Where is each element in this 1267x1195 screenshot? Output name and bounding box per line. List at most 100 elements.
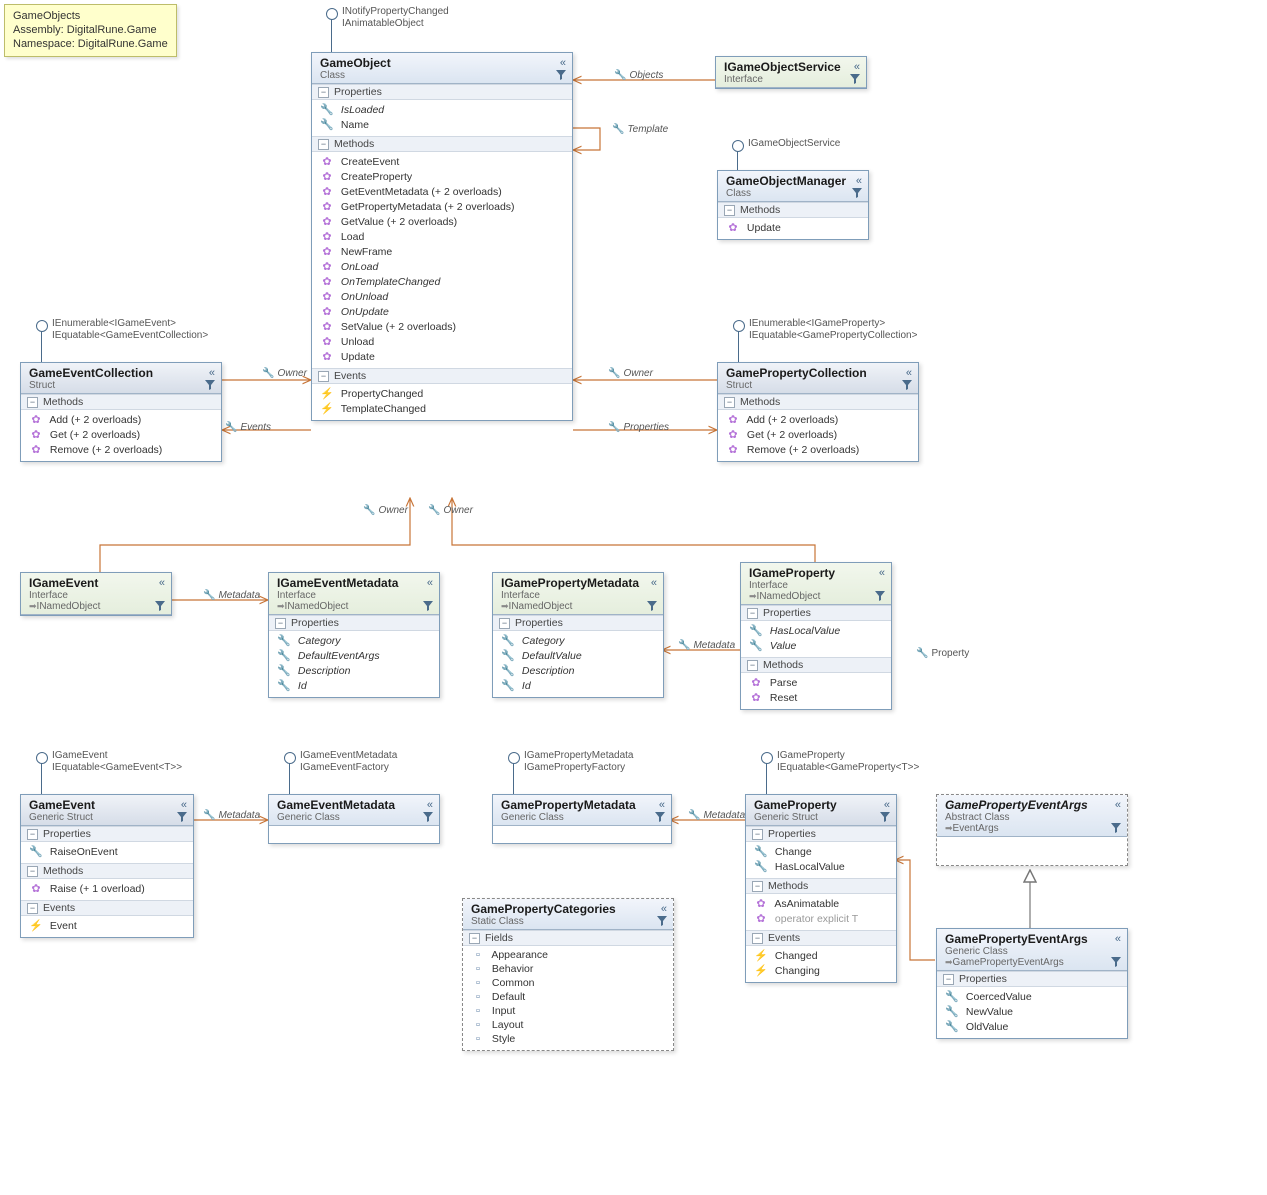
- member-item[interactable]: ✿ AsAnimatable: [750, 896, 892, 911]
- member-item[interactable]: ✿ OnLoad: [316, 259, 568, 274]
- member-item[interactable]: 🔧 Id: [497, 678, 659, 693]
- member-item[interactable]: 🔧 Change: [750, 844, 892, 859]
- member-item[interactable]: 🔧 Category: [497, 633, 659, 648]
- entity-gameobjectmanager[interactable]: GameObjectManager Class« Methods ✿ Updat…: [717, 170, 869, 240]
- member-item[interactable]: ⚡ PropertyChanged: [316, 386, 568, 401]
- filter-icon[interactable]: [423, 601, 433, 611]
- member-item[interactable]: ✿ Remove (+ 2 overloads): [25, 442, 217, 457]
- filter-icon[interactable]: [177, 812, 187, 822]
- section-header[interactable]: Methods: [312, 136, 572, 152]
- member-item[interactable]: ✿ operator explicit T: [750, 911, 892, 926]
- collapse-icon[interactable]: «: [659, 799, 665, 811]
- collapse-icon[interactable]: «: [651, 577, 657, 589]
- section-header[interactable]: Methods: [21, 394, 221, 410]
- section-header[interactable]: Methods: [746, 878, 896, 894]
- member-item[interactable]: ▫ Default: [467, 990, 669, 1004]
- entity-igameproperty[interactable]: IGameProperty InterfaceINamedObject« Pro…: [740, 562, 892, 710]
- section-header[interactable]: Properties: [493, 615, 663, 631]
- member-item[interactable]: ✿ GetPropertyMetadata (+ 2 overloads): [316, 199, 568, 214]
- entity-gameeventmetadatat[interactable]: GameEventMetadata Generic Class«: [268, 794, 440, 844]
- member-item[interactable]: ▫ Appearance: [467, 948, 669, 962]
- member-item[interactable]: ✿ OnUnload: [316, 289, 568, 304]
- entity-gamepropertyeventargs[interactable]: GamePropertyEventArgs Abstract ClassEven…: [936, 794, 1128, 866]
- member-item[interactable]: 🔧 DefaultValue: [497, 648, 659, 663]
- filter-icon[interactable]: [647, 601, 657, 611]
- member-item[interactable]: ✿ Parse: [745, 675, 887, 690]
- collapse-icon[interactable]: «: [209, 367, 215, 379]
- member-item[interactable]: 🔧 Value: [745, 638, 887, 653]
- section-header[interactable]: Events: [21, 900, 193, 916]
- member-item[interactable]: 🔧 RaiseOnEvent: [25, 844, 189, 859]
- entity-igameeventmetadata[interactable]: IGameEventMetadata InterfaceINamedObject…: [268, 572, 440, 698]
- filter-icon[interactable]: [556, 70, 566, 80]
- collapse-icon[interactable]: «: [661, 903, 667, 915]
- member-item[interactable]: ⚡ TemplateChanged: [316, 401, 568, 416]
- member-item[interactable]: 🔧 Id: [273, 678, 435, 693]
- member-item[interactable]: ✿ Update: [722, 220, 864, 235]
- entity-igameevent[interactable]: IGameEvent InterfaceINamedObject«: [20, 572, 172, 616]
- entity-gamepropertyeventargst[interactable]: GamePropertyEventArgs Generic ClassGameP…: [936, 928, 1128, 1039]
- section-header[interactable]: Properties: [269, 615, 439, 631]
- member-item[interactable]: ✿ GetEventMetadata (+ 2 overloads): [316, 184, 568, 199]
- filter-icon[interactable]: [902, 380, 912, 390]
- filter-icon[interactable]: [1111, 957, 1121, 967]
- member-item[interactable]: ✿ Get (+ 2 overloads): [722, 427, 914, 442]
- member-item[interactable]: ⚡ Changing: [750, 963, 892, 978]
- member-item[interactable]: ▫ Layout: [467, 1018, 669, 1032]
- member-item[interactable]: 🔧 HasLocalValue: [750, 859, 892, 874]
- section-header[interactable]: Methods: [718, 394, 918, 410]
- member-item[interactable]: ▫ Common: [467, 976, 669, 990]
- collapse-icon[interactable]: «: [1115, 933, 1121, 945]
- filter-icon[interactable]: [1111, 823, 1121, 833]
- section-header[interactable]: Properties: [937, 971, 1127, 987]
- section-header[interactable]: Events: [312, 368, 572, 384]
- member-item[interactable]: ✿ OnTemplateChanged: [316, 274, 568, 289]
- member-item[interactable]: ⚡ Changed: [750, 948, 892, 963]
- filter-icon[interactable]: [850, 74, 860, 84]
- collapse-icon[interactable]: «: [1115, 799, 1121, 811]
- entity-igameobjectservice[interactable]: IGameObjectService Interface«: [715, 56, 867, 89]
- member-item[interactable]: 🔧 Name: [316, 117, 568, 132]
- collapse-icon[interactable]: «: [427, 577, 433, 589]
- entity-gameeventt[interactable]: GameEvent Generic Struct« Properties 🔧 R…: [20, 794, 194, 938]
- member-item[interactable]: ✿ Load: [316, 229, 568, 244]
- member-item[interactable]: 🔧 DefaultEventArgs: [273, 648, 435, 663]
- member-item[interactable]: 🔧 IsLoaded: [316, 102, 568, 117]
- member-item[interactable]: ▫ Behavior: [467, 962, 669, 976]
- filter-icon[interactable]: [880, 812, 890, 822]
- entity-gameeventcollection[interactable]: GameEventCollection Struct« Methods ✿ Ad…: [20, 362, 222, 462]
- section-header[interactable]: Methods: [718, 202, 868, 218]
- filter-icon[interactable]: [875, 591, 885, 601]
- member-item[interactable]: ⚡ Event: [25, 918, 189, 933]
- member-item[interactable]: 🔧 Description: [497, 663, 659, 678]
- member-item[interactable]: ▫ Input: [467, 1004, 669, 1018]
- filter-icon[interactable]: [852, 188, 862, 198]
- section-header[interactable]: Methods: [741, 657, 891, 673]
- section-header[interactable]: Methods: [21, 863, 193, 879]
- member-item[interactable]: 🔧 HasLocalValue: [745, 623, 887, 638]
- member-item[interactable]: 🔧 NewValue: [941, 1004, 1123, 1019]
- filter-icon[interactable]: [205, 380, 215, 390]
- member-item[interactable]: ✿ Unload: [316, 334, 568, 349]
- section-header[interactable]: Properties: [312, 84, 572, 100]
- section-header[interactable]: Properties: [746, 826, 896, 842]
- entity-gameobject[interactable]: GameObject Class« Properties 🔧 IsLoaded …: [311, 52, 573, 421]
- entity-gamepropertycategories[interactable]: GamePropertyCategories Static Class« Fie…: [462, 898, 674, 1051]
- member-item[interactable]: ✿ NewFrame: [316, 244, 568, 259]
- entity-gamepropertyt[interactable]: GameProperty Generic Struct« Properties …: [745, 794, 897, 983]
- entity-igamepropertymetadata[interactable]: IGamePropertyMetadata InterfaceINamedObj…: [492, 572, 664, 698]
- section-header[interactable]: Properties: [741, 605, 891, 621]
- collapse-icon[interactable]: «: [159, 577, 165, 589]
- section-header[interactable]: Events: [746, 930, 896, 946]
- filter-icon[interactable]: [155, 601, 165, 611]
- member-item[interactable]: ✿ GetValue (+ 2 overloads): [316, 214, 568, 229]
- member-item[interactable]: 🔧 OldValue: [941, 1019, 1123, 1034]
- collapse-icon[interactable]: «: [560, 57, 566, 69]
- filter-icon[interactable]: [423, 812, 433, 822]
- collapse-icon[interactable]: «: [856, 175, 862, 187]
- member-item[interactable]: 🔧 Category: [273, 633, 435, 648]
- section-header[interactable]: Fields: [463, 930, 673, 946]
- collapse-icon[interactable]: «: [854, 61, 860, 73]
- collapse-icon[interactable]: «: [906, 367, 912, 379]
- filter-icon[interactable]: [655, 812, 665, 822]
